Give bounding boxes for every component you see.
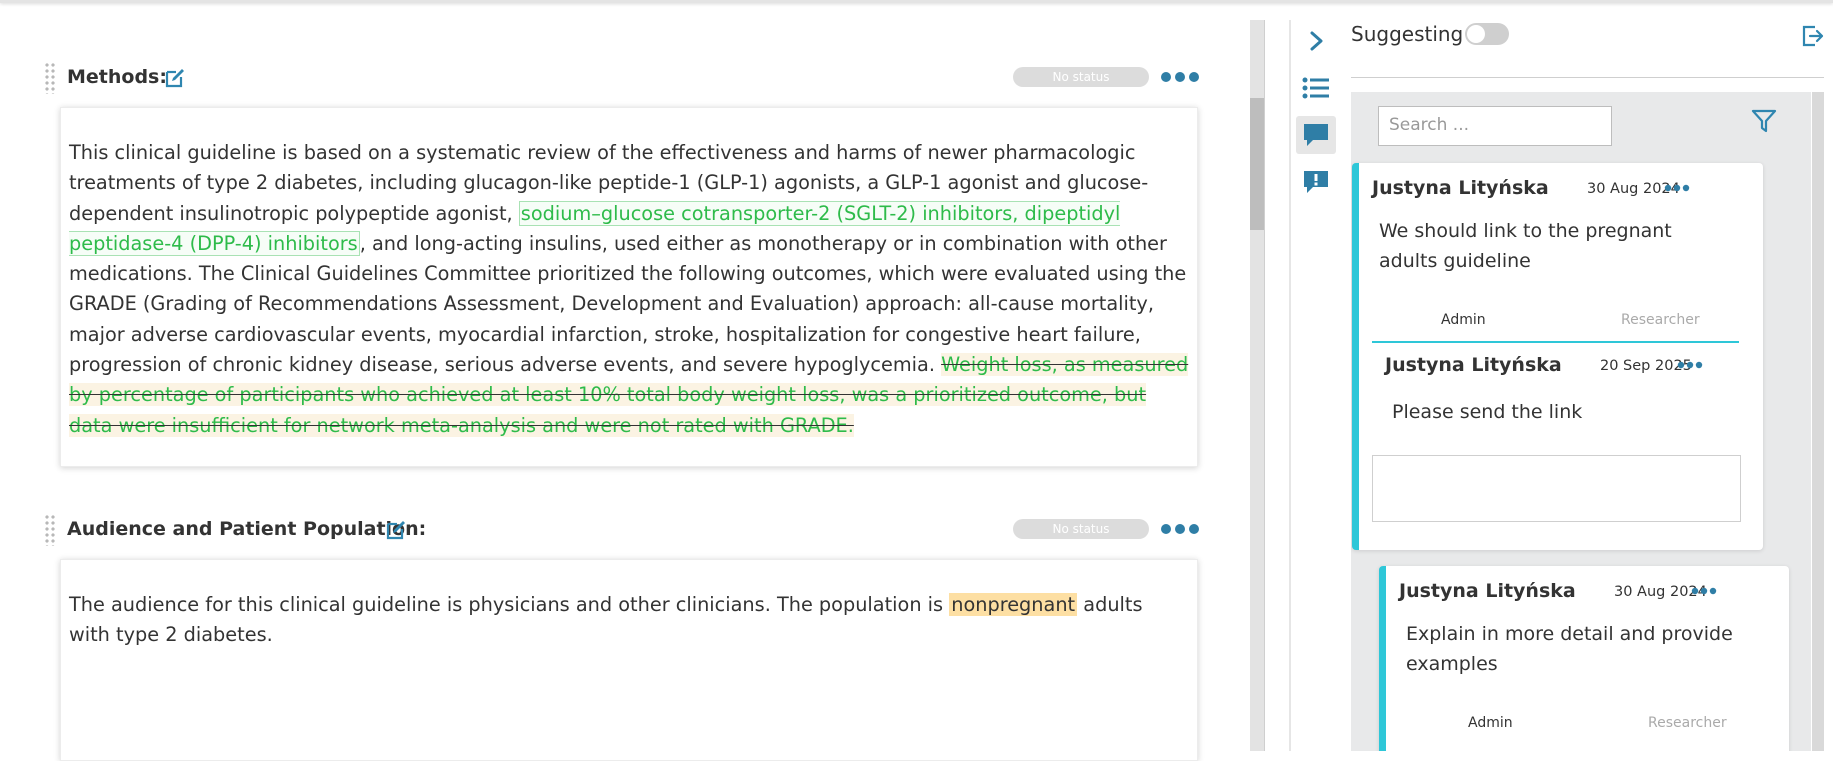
comment-author: Justyna Lityńska (1399, 580, 1576, 602)
methods-section-header: Methods: No status (42, 58, 1202, 98)
filter-icon[interactable] (1751, 108, 1777, 134)
divider (1289, 20, 1291, 751)
audience-text[interactable]: The audience for this clinical guideline… (61, 560, 1197, 651)
suggesting-label: Suggesting (1351, 22, 1464, 46)
section-title: Methods: (67, 66, 167, 88)
more-options-icon[interactable] (1664, 183, 1690, 193)
chevron-right-icon (1310, 31, 1323, 51)
role-tag-researcher: Researcher (1648, 715, 1727, 731)
drag-handle-icon[interactable] (44, 514, 56, 546)
role-tag-admin: Admin (1468, 715, 1513, 731)
comment-thread[interactable]: Justyna Lityńska 30 Aug 2024 We should l… (1352, 163, 1763, 550)
comment-icon (1304, 124, 1328, 146)
comments-button[interactable] (1296, 116, 1336, 154)
status-badge[interactable]: No status (1013, 67, 1149, 87)
suggesting-toggle[interactable] (1465, 23, 1509, 45)
status-badge[interactable]: No status (1013, 519, 1149, 539)
comment-author: Justyna Lityńska (1372, 177, 1549, 199)
divider (1351, 77, 1824, 78)
comments-scrollbar[interactable] (1812, 92, 1824, 751)
export-icon[interactable] (1801, 24, 1825, 48)
more-options-icon[interactable] (1677, 360, 1703, 370)
search-input[interactable] (1379, 107, 1609, 143)
reply-author: Justyna Lityńska (1385, 354, 1562, 376)
alert-icon (1304, 171, 1328, 193)
reply-text: Please send the link (1392, 401, 1583, 423)
more-options-icon[interactable] (1160, 522, 1200, 536)
commented-highlight[interactable]: nonpregnant (949, 593, 1078, 616)
collapse-sidebar-button[interactable] (1296, 22, 1336, 60)
audience-content-editor[interactable]: The audience for this clinical guideline… (60, 559, 1198, 761)
top-bar-edge (0, 0, 1833, 3)
role-tag-researcher: Researcher (1621, 312, 1700, 328)
toggle-knob (1467, 25, 1485, 43)
divider (1372, 341, 1739, 343)
comment-thread[interactable]: Justyna Lityńska 30 Aug 2024 Explain in … (1379, 566, 1789, 751)
reply-input[interactable] (1372, 455, 1741, 522)
divider (1264, 20, 1265, 751)
list-icon (1302, 77, 1329, 99)
edit-icon[interactable] (384, 518, 408, 542)
section-title: Audience and Patient Population: (67, 518, 427, 540)
comment-text: Explain in more detail and provide examp… (1406, 623, 1733, 675)
drag-handle-icon[interactable] (44, 62, 56, 94)
editor-scrollbar-thumb[interactable] (1250, 98, 1264, 230)
more-options-icon[interactable] (1691, 586, 1717, 596)
search-field[interactable] (1378, 106, 1612, 146)
more-options-icon[interactable] (1160, 70, 1200, 84)
comments-panel: Justyna Lityńska 30 Aug 2024 We should l… (1351, 92, 1811, 751)
outline-button[interactable] (1296, 69, 1336, 107)
edit-icon[interactable] (163, 66, 187, 90)
role-tag-admin: Admin (1441, 312, 1486, 328)
audience-paragraph-start: The audience for this clinical guideline… (69, 593, 944, 616)
audience-section-header: Audience and Patient Population: No stat… (42, 510, 1202, 550)
methods-text[interactable]: This clinical guideline is based on a sy… (61, 108, 1197, 441)
comment-text: We should link to the pregnant adults gu… (1379, 220, 1672, 272)
methods-content-editor[interactable]: This clinical guideline is based on a sy… (60, 107, 1198, 467)
issues-button[interactable] (1296, 163, 1336, 201)
